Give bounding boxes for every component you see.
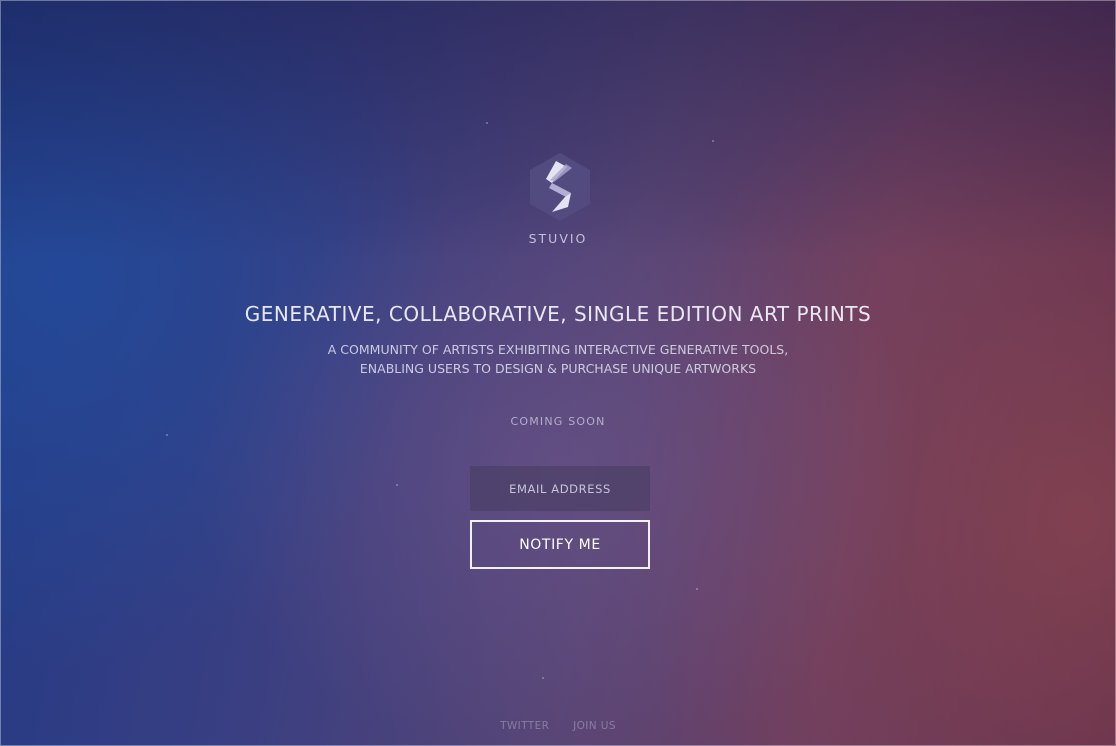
- coming-soon-label: COMING SOON: [510, 415, 606, 428]
- star-speck: [486, 122, 488, 124]
- footer-links: TWITTER JOIN US: [0, 720, 1116, 732]
- star-speck: [696, 588, 698, 590]
- join-us-link[interactable]: JOIN US: [573, 720, 616, 732]
- stuvio-hexagon-logo-icon: [530, 153, 590, 221]
- star-speck: [396, 484, 398, 486]
- twitter-link[interactable]: TWITTER: [500, 720, 549, 732]
- notify-me-button[interactable]: NOTIFY ME: [470, 520, 650, 569]
- subline-text: ENABLING USERS TO DESIGN & PURCHASE UNIQ…: [359, 361, 757, 376]
- star-speck: [166, 434, 168, 436]
- star-speck: [542, 677, 544, 679]
- star-speck: [712, 140, 714, 142]
- page-headline: GENERATIVE, COLLABORATIVE, SINGLE EDITIO…: [244, 302, 872, 326]
- brand-name: STUVIO: [528, 231, 588, 246]
- subline-text: A COMMUNITY OF ARTISTS EXHIBITING INTERA…: [327, 342, 789, 357]
- email-field[interactable]: [470, 466, 650, 511]
